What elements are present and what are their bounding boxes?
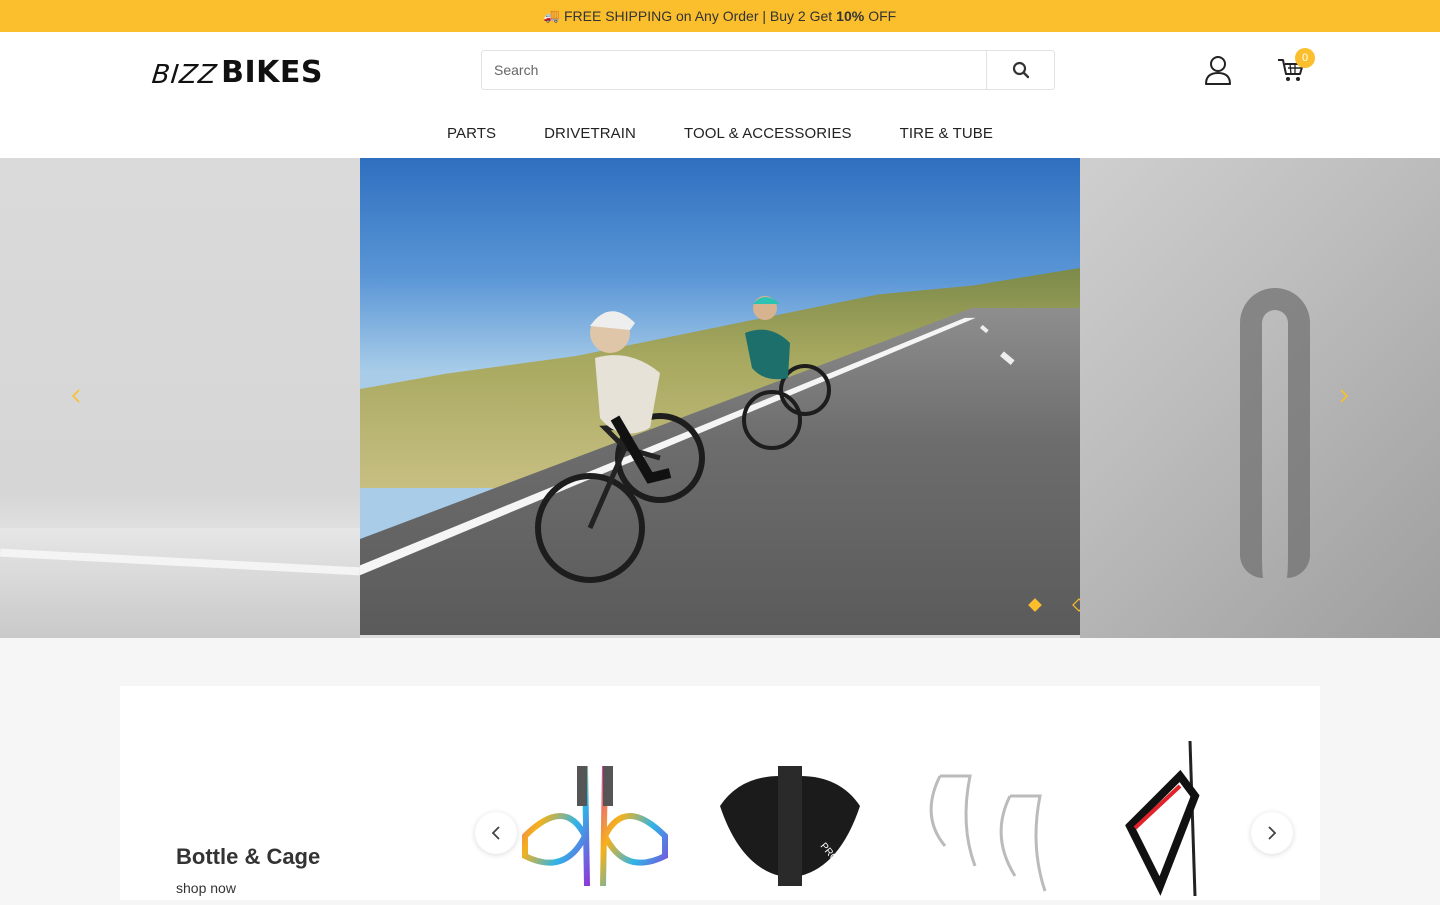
bottle-cage-image [522, 765, 668, 887]
category-section: Bottle & Cage shop now PROFILE [120, 686, 1320, 900]
product-card[interactable]: PROFILE [700, 736, 880, 900]
nav-item-tire-tube[interactable]: TIRE & TUBE [900, 125, 993, 142]
nav-item-parts[interactable]: PARTS [447, 125, 496, 142]
announcement-text: FREE SHIPPING on Any Order | Buy 2 Get [563, 8, 833, 24]
chevron-right-icon [1268, 826, 1277, 840]
hero-slider [0, 158, 1440, 638]
nav-item-tool-accessories[interactable]: TOOL & ACCESSORIES [684, 125, 852, 142]
category-title: Bottle & Cage [176, 844, 321, 869]
slide-current-image [360, 158, 1080, 635]
bottle-cage-image [929, 774, 1047, 892]
account-button[interactable] [1203, 54, 1235, 88]
cart-button[interactable]: 0 [1276, 48, 1315, 88]
diamond-outline-icon [1072, 598, 1080, 612]
carousel-next-button[interactable] [1251, 812, 1293, 854]
main-nav: PARTS DRIVETRAIN TOOL & ACCESSORIES TIRE… [0, 108, 1440, 158]
truck-icon: 🚚 [543, 8, 560, 23]
logo[interactable]: BIZZ BIKES [150, 54, 324, 90]
chevron-right-icon [1340, 389, 1349, 403]
search-icon [1012, 61, 1029, 79]
slider-dot-1[interactable] [1028, 598, 1042, 612]
shop-now-link[interactable]: shop now [176, 880, 236, 896]
logo-part-1: BIZZ [150, 60, 219, 90]
cyclists-illustration [535, 296, 1015, 583]
chevron-left-icon [71, 389, 80, 403]
slider-dot-2[interactable] [1072, 598, 1080, 612]
search-box [481, 50, 1055, 90]
product-card[interactable] [900, 736, 1080, 900]
slider-dots [1028, 598, 1080, 612]
slider-prev-button[interactable] [64, 384, 88, 408]
bottle-cage-image [1125, 740, 1200, 897]
announcement-bar: 🚚 FREE SHIPPING on Any Order | Buy 2 Get… [0, 0, 1440, 32]
bottle-cage-image: PROFILE [720, 766, 860, 886]
search-input[interactable] [482, 51, 986, 89]
logo-part-2: BIKES [221, 55, 324, 90]
cart-count-badge: 0 [1295, 48, 1315, 68]
chevron-left-icon [491, 826, 500, 840]
site-header: BIZZ BIKES 0 [0, 32, 1440, 108]
nav-item-drivetrain[interactable]: DRIVETRAIN [544, 125, 636, 142]
announcement-discount: 10% [836, 8, 865, 24]
user-icon [1205, 56, 1231, 85]
slider-next-button[interactable] [1332, 384, 1356, 408]
announcement-suffix: OFF [868, 8, 897, 24]
product-card[interactable] [1085, 736, 1265, 900]
diamond-filled-icon [1028, 598, 1042, 612]
search-button[interactable] [986, 51, 1054, 89]
product-card[interactable] [505, 736, 685, 900]
slide-previous-image [0, 158, 360, 638]
slide-next-image [1080, 158, 1440, 638]
